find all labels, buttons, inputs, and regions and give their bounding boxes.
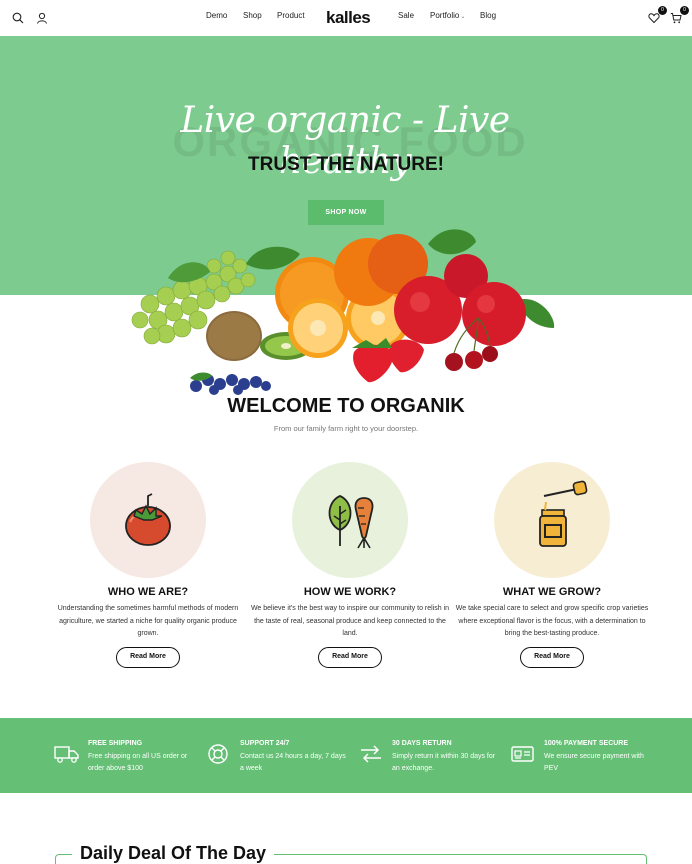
nav-sale[interactable]: Sale	[398, 11, 414, 20]
nav-portfolio-label: Portfolio	[430, 11, 460, 20]
feature-title: WHAT WE GROW?	[502, 586, 602, 598]
service-title: 30 DAYS RETURN	[392, 740, 452, 747]
cart-count-badge: 0	[680, 6, 689, 15]
service-text: We ensure secure payment with PEV	[544, 753, 644, 772]
cart-icon	[670, 13, 682, 24]
honey-jar-icon	[539, 480, 588, 547]
site-header: Demo Shop Product Sale Portfolio⌄ Blog k…	[0, 0, 692, 36]
header-right-actions: 0 0	[646, 6, 689, 26]
feature-title: WHO WE ARE?	[107, 586, 189, 598]
read-more-button[interactable]: Read More	[116, 647, 180, 668]
service-text: Contact us 24 hours a day, 7 days a week	[240, 753, 346, 772]
site-logo[interactable]: kalles	[326, 8, 371, 28]
service-title: FREE SHIPPING	[88, 740, 143, 747]
cart-button[interactable]: 0	[668, 6, 689, 26]
service-title: 100% PAYMENT SECURE	[544, 740, 629, 747]
nav-shop[interactable]: Shop	[243, 11, 262, 20]
services-band: FREE SHIPPING Free shipping on all US or…	[0, 718, 692, 793]
feature-text: We take special care to select and grow …	[455, 605, 649, 637]
hero-tagline: TRUST THE NATURE!	[248, 154, 444, 175]
feature-text: We believe it's the best way to inspire …	[250, 605, 450, 637]
welcome-subtitle: From our family farm right to your doors…	[273, 424, 419, 433]
nav-demo[interactable]: Demo	[206, 11, 227, 20]
hero-banner: ORGANIC FOOD Live organic - Live healthy…	[0, 36, 692, 395]
nav-blog[interactable]: Blog	[480, 11, 496, 20]
shop-now-button[interactable]: SHOP NOW	[308, 200, 384, 225]
service-title: SUPPORT 24/7	[240, 740, 290, 747]
read-more-button[interactable]: Read More	[318, 647, 382, 668]
nav-product[interactable]: Product	[277, 11, 305, 20]
truck-icon	[54, 746, 79, 763]
welcome-title: WELCOME TO ORGANIK	[227, 395, 465, 417]
read-more-button[interactable]: Read More	[520, 647, 584, 668]
tomato-icon	[125, 493, 171, 546]
service-text: Simply return it within 30 days for an e…	[392, 753, 496, 772]
deal-title: Daily Deal Of The Day	[72, 843, 275, 864]
feature-text: Understanding the sometimes harmful meth…	[57, 605, 239, 637]
service-text: Free shipping on all US order or order a…	[88, 753, 188, 772]
payment-icon	[511, 746, 534, 762]
vegetables-icon	[328, 495, 374, 549]
support-icon	[208, 744, 228, 764]
heart-icon	[648, 13, 660, 24]
wishlist-count-badge: 0	[658, 6, 667, 15]
return-icon	[361, 745, 381, 763]
fruit-illustration	[131, 229, 555, 395]
nav-portfolio[interactable]: Portfolio⌄	[430, 11, 465, 20]
feature-title: HOW WE WORK?	[303, 586, 397, 598]
chevron-down-icon: ⌄	[460, 14, 466, 20]
wishlist-button[interactable]: 0	[646, 6, 667, 26]
